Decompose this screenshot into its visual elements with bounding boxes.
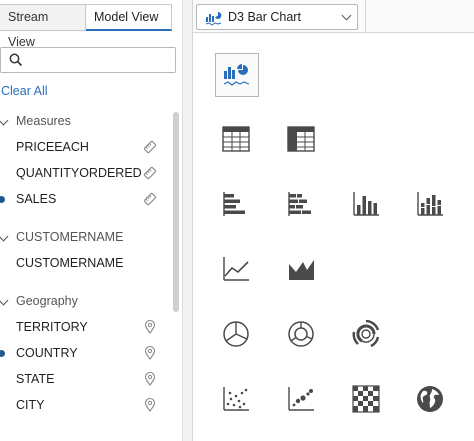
tab-stream-view[interactable]: Stream View	[0, 4, 86, 49]
field-list-scrollbar[interactable]	[173, 112, 179, 312]
divider	[365, 0, 366, 33]
field-item-territory[interactable]: TERRITORY	[0, 314, 170, 340]
group-label: CUSTOMERNAME	[16, 230, 124, 244]
panel-splitter[interactable]	[182, 0, 192, 441]
table-with-header-option[interactable]	[279, 117, 323, 161]
bubble-scatter-plot-option[interactable]	[279, 377, 323, 421]
view-tabs: Stream View Model View	[0, 4, 172, 49]
measure-tag-icon	[143, 140, 157, 154]
composite-bar-pie-chart-option[interactable]	[215, 53, 259, 97]
chart-type-label: D3 Bar Chart	[228, 10, 301, 24]
tab-model-view[interactable]: Model View	[86, 4, 172, 31]
table-option[interactable]	[214, 117, 258, 161]
vertical-bar-chart-icon	[353, 192, 379, 216]
horizontal-bar-chart-option[interactable]	[214, 182, 258, 226]
horizontal-stacked-bar-chart-icon	[288, 192, 311, 216]
sunburst-chart-option[interactable]	[344, 312, 388, 356]
clear-all-link[interactable]: Clear All	[1, 84, 48, 98]
group-geography[interactable]: Geography	[0, 290, 170, 314]
search-box[interactable]	[0, 47, 176, 73]
area-chart-icon	[289, 260, 314, 280]
field-label: STATE	[16, 372, 55, 386]
composite-bar-pie-chart-icon	[223, 64, 250, 86]
field-item-quantityordered[interactable]: QUANTITYORDERED	[0, 160, 170, 186]
map-pin-icon	[144, 346, 156, 360]
chart-toolbar: D3 Bar Chart	[193, 0, 474, 33]
selected-indicator	[0, 350, 5, 357]
table-icon	[222, 126, 250, 152]
line-chart-icon	[223, 257, 249, 281]
area-chart-option[interactable]	[279, 247, 323, 291]
scatter-plot-option[interactable]	[214, 377, 258, 421]
field-label: PRICEEACH	[16, 140, 89, 154]
donut-chart-icon	[288, 321, 314, 347]
chevron-down-icon	[0, 231, 9, 242]
pie-chart-icon	[223, 321, 249, 347]
vertical-stacked-bar-chart-icon	[417, 192, 443, 216]
field-item-sales[interactable]: SALES	[0, 186, 170, 212]
chart-type-dropdown[interactable]: D3 Bar Chart	[196, 4, 358, 30]
selected-indicator	[0, 196, 5, 203]
field-item-state[interactable]: STATE	[0, 366, 170, 392]
chevron-down-icon	[341, 10, 352, 21]
search-input[interactable]	[29, 50, 169, 70]
field-label: TERRITORY	[16, 320, 88, 334]
field-item-priceeach[interactable]: PRICEEACH	[0, 134, 170, 160]
heat-grid-icon	[352, 385, 380, 413]
map-pin-icon	[144, 398, 156, 412]
group-customername[interactable]: CUSTOMERNAME	[0, 226, 170, 250]
field-item-customername[interactable]: CUSTOMERNAME	[0, 250, 170, 276]
d3-chart-icon	[205, 12, 222, 26]
field-item-city[interactable]: CITY	[0, 392, 170, 418]
map-pin-icon	[144, 372, 156, 386]
field-item-country[interactable]: COUNTRY	[0, 340, 170, 366]
field-label: CITY	[16, 398, 45, 412]
line-chart-option[interactable]	[214, 247, 258, 291]
measure-tag-icon	[143, 166, 157, 180]
vertical-stacked-bar-chart-option[interactable]	[408, 182, 452, 226]
table-with-header-icon	[287, 126, 315, 152]
chart-type-gallery	[193, 33, 474, 441]
bubble-scatter-plot-icon	[288, 387, 314, 411]
scatter-plot-icon	[223, 387, 249, 411]
field-label: QUANTITYORDERED	[16, 166, 142, 180]
heat-grid-option[interactable]	[344, 377, 388, 421]
search-icon	[9, 53, 23, 67]
left-panel: Stream View Model View Clear All Measure…	[0, 0, 192, 441]
group-measures[interactable]: Measures	[0, 110, 170, 134]
map-pin-icon	[144, 320, 156, 334]
horizontal-bar-chart-icon	[223, 192, 245, 216]
horizontal-stacked-bar-chart-option[interactable]	[279, 182, 323, 226]
chart-panel: D3 Bar Chart	[192, 0, 474, 441]
field-label: SALES	[16, 192, 57, 206]
group-label: Geography	[16, 294, 78, 308]
sunburst-chart-icon	[352, 320, 380, 348]
field-label: CUSTOMERNAME	[16, 256, 124, 270]
field-tree: Measures PRICEEACH QUANTITYORDERED SALES	[0, 110, 170, 418]
group-label: Measures	[16, 114, 71, 128]
globe-icon	[417, 386, 443, 412]
chevron-down-icon	[0, 115, 9, 126]
pie-chart-option[interactable]	[214, 312, 258, 356]
geo-map-option[interactable]	[408, 377, 452, 421]
chevron-down-icon	[0, 295, 9, 306]
measure-tag-icon	[143, 192, 157, 206]
field-label: COUNTRY	[16, 346, 78, 360]
vertical-bar-chart-option[interactable]	[344, 182, 388, 226]
donut-chart-option[interactable]	[279, 312, 323, 356]
